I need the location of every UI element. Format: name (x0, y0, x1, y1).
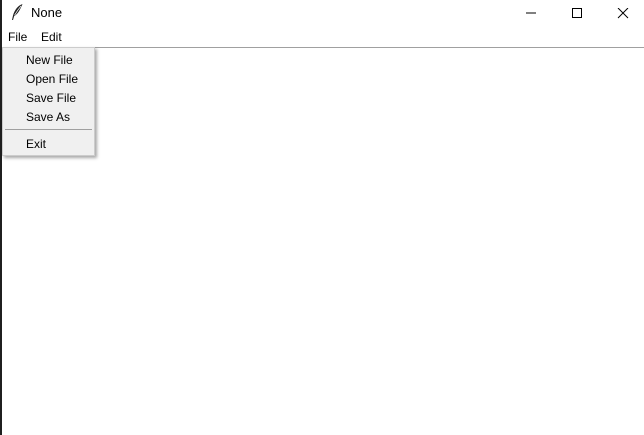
text-editor-area[interactable] (2, 48, 644, 435)
menu-edit[interactable]: Edit (36, 28, 67, 47)
menu-item-new-file[interactable]: New File (3, 51, 94, 70)
window-title: None (31, 5, 63, 20)
feather-icon (10, 3, 24, 21)
app-window: None File Edit New File Open File Save F… (0, 0, 644, 435)
menu-item-open-file[interactable]: Open File (3, 70, 94, 89)
file-menu-dropdown: New File Open File Save File Save As Exi… (2, 47, 95, 156)
minimize-icon (526, 12, 536, 14)
menu-item-save-as[interactable]: Save As (3, 108, 94, 127)
menu-bar: File Edit (2, 28, 644, 47)
minimize-button[interactable] (508, 0, 554, 27)
close-button[interactable] (600, 0, 644, 27)
maximize-button[interactable] (554, 0, 600, 27)
menu-item-save-file[interactable]: Save File (3, 89, 94, 108)
close-icon (617, 8, 629, 19)
maximize-icon (572, 8, 582, 18)
menu-file[interactable]: File (3, 28, 33, 47)
menu-separator (5, 129, 92, 130)
menu-item-exit[interactable]: Exit (3, 135, 94, 154)
title-bar[interactable]: None (2, 0, 644, 27)
